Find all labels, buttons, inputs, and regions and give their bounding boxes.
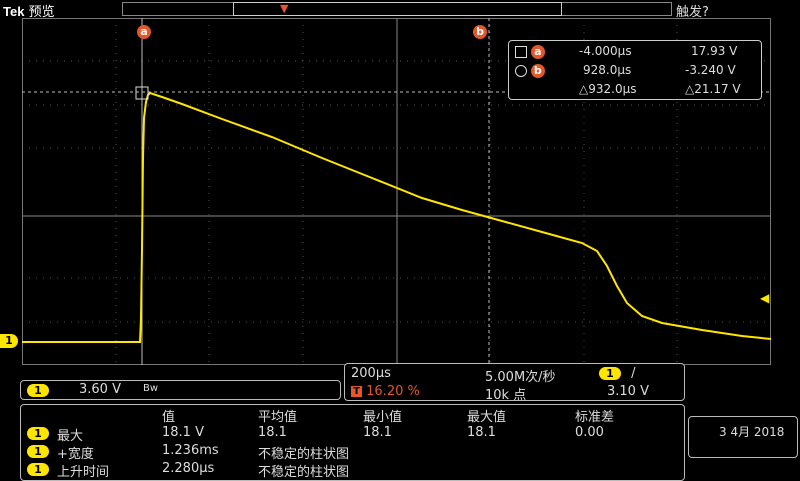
channel-1-ground-marker[interactable]: 1 <box>0 334 18 348</box>
trigger-source-badge: 1 <box>599 367 621 380</box>
sample-rate: 5.00M次/秒 <box>485 370 556 385</box>
cursor-delta-time: △932.0µs <box>579 82 637 96</box>
measurement-min: 18.1 <box>363 425 392 440</box>
horizontal-trigger-panel[interactable]: 200µs 5.00M次/秒 1 / T 16.20 % 10k 点 3.10 … <box>344 363 685 403</box>
trigger-level: 3.10 V <box>607 384 649 399</box>
measurement-value: 18.1 V <box>162 425 204 440</box>
cursor-b-value: -3.240 V <box>685 63 736 77</box>
measurement-std: 0.00 <box>575 425 604 440</box>
measurement-name: 上升时间 <box>57 465 110 480</box>
trigger-position-icon: T <box>351 386 362 397</box>
cursor-a-readout-badge: a <box>530 44 545 59</box>
row-channel-badge: 1 <box>27 427 49 440</box>
col-header-value: 值 <box>162 410 176 425</box>
trigger-slope-icon: / <box>631 366 636 381</box>
cursor-a-badge[interactable]: a <box>137 21 151 40</box>
trigger-position: 16.20 % <box>366 384 420 399</box>
measurement-name: +宽度 <box>57 447 94 462</box>
channel-1-panel[interactable]: 1 3.60 V Bᴡ <box>20 380 341 400</box>
row-channel-badge: 1 <box>27 445 49 458</box>
cursor-readout-panel[interactable]: a -4.000µs 17.93 V b 928.0µs -3.240 V △9… <box>508 40 762 100</box>
channel-1-scale: 3.60 V <box>79 382 121 397</box>
row-channel-badge: 1 <box>27 463 49 476</box>
tek-logo: Tek <box>3 4 25 19</box>
measurement-value: 1.236ms <box>162 443 219 458</box>
col-header-mean: 平均值 <box>258 410 298 425</box>
horizontal-scale: 200µs <box>351 366 391 381</box>
trigger-level-marker[interactable]: ◀ <box>760 292 769 304</box>
cursor-a-value: 17.93 V <box>691 44 738 58</box>
col-header-min: 最小值 <box>363 410 403 425</box>
measurement-mean: 不稳定的柱状图 <box>258 465 350 480</box>
cursor-delta-value: △21.17 V <box>685 82 741 96</box>
measurement-mean: 18.1 <box>258 425 287 440</box>
trigger-position-marker[interactable]: ▼ <box>280 2 288 16</box>
channel-1-badge: 1 <box>27 384 49 397</box>
cursor-a-square-icon <box>515 45 527 58</box>
measurement-name: 最大 <box>57 429 84 444</box>
measurement-max: 18.1 <box>467 425 496 440</box>
date-text: 3 4月 2018 <box>719 425 785 439</box>
col-header-max: 最大值 <box>467 410 507 425</box>
measurement-mean: 不稳定的柱状图 <box>258 447 350 462</box>
bandwidth-limit-icon: Bᴡ <box>143 383 159 394</box>
cursor-b-circle-icon <box>515 64 527 77</box>
cursor-b-badge[interactable]: b <box>473 21 487 40</box>
cursor-b-time: 928.0µs <box>583 63 632 77</box>
measurement-value: 2.280µs <box>162 461 215 476</box>
col-header-std: 标准差 <box>575 410 615 425</box>
cursor-a-time: -4.000µs <box>579 44 632 58</box>
cursor-b-readout-badge: b <box>530 63 545 78</box>
date-panel: 3 4月 2018 <box>688 416 798 458</box>
measurements-panel[interactable]: 值 平均值 最小值 最大值 标准差 1 最大 18.1 V 18.1 18.1 … <box>20 404 685 481</box>
record-length: 10k 点 <box>485 388 527 403</box>
